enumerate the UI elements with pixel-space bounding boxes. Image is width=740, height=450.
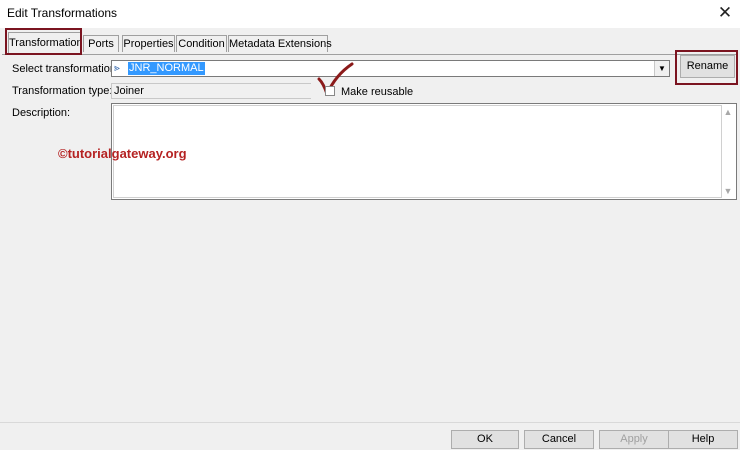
ok-button[interactable]: OK (451, 430, 519, 449)
edit-transformations-dialog: Edit Transformations ✕ Transformation Po… (0, 0, 740, 450)
description-scrollbar[interactable]: ▲ ▼ (721, 105, 735, 198)
cancel-button[interactable]: Cancel (524, 430, 594, 449)
tab-ports[interactable]: Ports (83, 35, 119, 52)
description-textarea[interactable]: ▲ ▼ (111, 103, 737, 200)
tab-metadata-extensions[interactable]: Metadata Extensions (228, 35, 332, 52)
scroll-up-icon[interactable]: ▲ (721, 107, 735, 117)
tab-transformation[interactable]: Transformation (8, 32, 83, 53)
title-bar: Edit Transformations ✕ (0, 0, 740, 28)
watermark: ©tutorialgateway.org (58, 146, 187, 161)
joiner-icon: ⪢ (114, 63, 120, 74)
tab-condition[interactable]: Condition (176, 35, 227, 52)
close-icon[interactable]: ✕ (714, 2, 736, 24)
select-transformation-combo[interactable]: ⪢ JNR_NORMAL ▼ (111, 60, 670, 77)
rename-button[interactable]: Rename (680, 55, 735, 78)
select-transformation-value[interactable]: JNR_NORMAL (128, 62, 205, 75)
transformation-type-field: Joiner (111, 83, 311, 99)
window-title: Edit Transformations (7, 6, 118, 20)
tab-panel-border (2, 54, 736, 55)
description-text[interactable] (113, 105, 722, 198)
apply-button: Apply (599, 430, 669, 449)
make-reusable-checkbox[interactable] (325, 86, 335, 96)
help-button[interactable]: Help (668, 430, 738, 449)
select-transformation-label: Select transformation: (12, 63, 119, 75)
description-label: Description: (12, 107, 71, 119)
tab-strip: Transformation Ports Properties Conditio… (0, 28, 740, 54)
transformation-type-label: Transformation type: (12, 85, 113, 97)
tab-properties[interactable]: Properties (122, 35, 175, 52)
make-reusable-label[interactable]: Make reusable (341, 86, 413, 98)
chevron-down-icon[interactable]: ▼ (654, 61, 669, 76)
scroll-down-icon[interactable]: ▼ (721, 186, 735, 196)
